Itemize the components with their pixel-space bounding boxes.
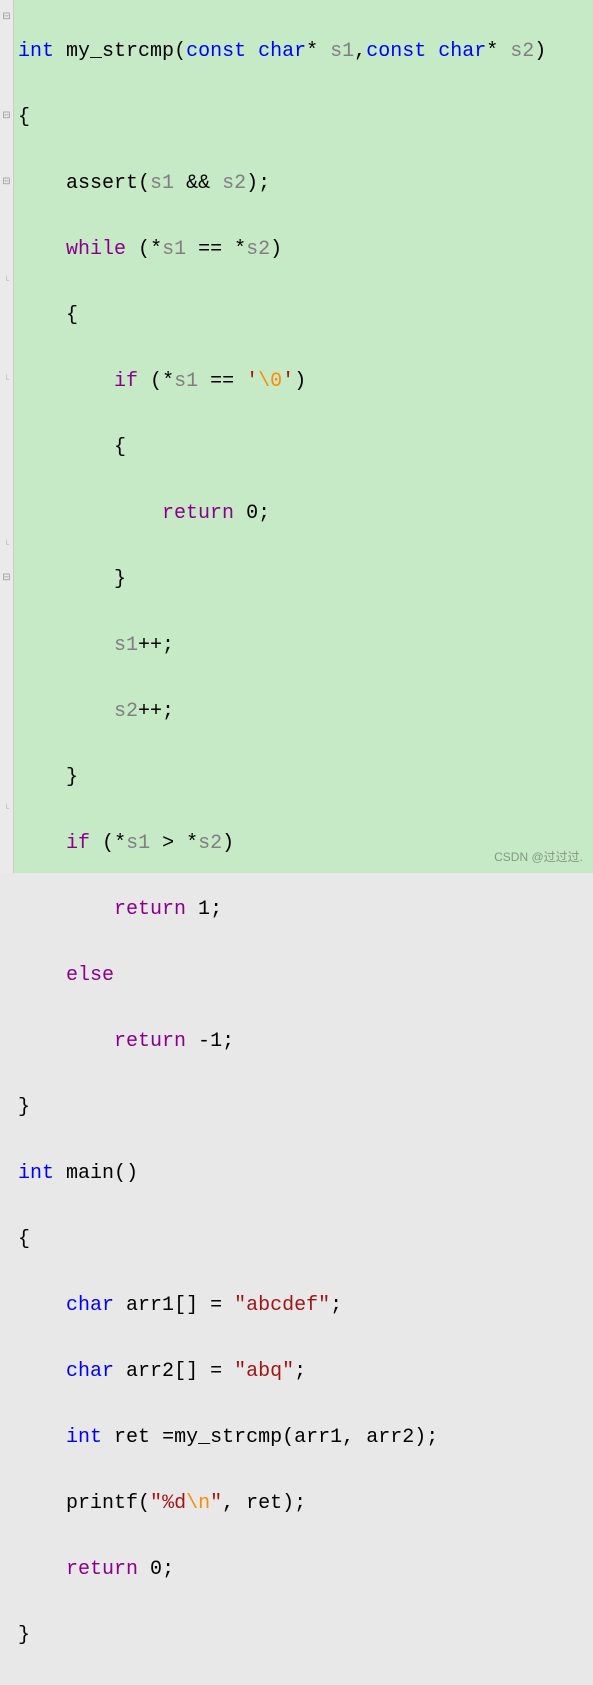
code-line: } <box>18 563 593 596</box>
code-area[interactable]: int my_strcmp(const char* s1,const char*… <box>14 0 593 873</box>
code-line: printf("%d\n", ret); <box>18 1487 593 1520</box>
code-line: { <box>18 299 593 332</box>
code-line: } <box>18 761 593 794</box>
code-line: else <box>18 959 593 992</box>
fold-icon[interactable] <box>0 0 13 33</box>
code-line: return 0; <box>18 497 593 530</box>
code-line: int my_strcmp(const char* s1,const char*… <box>18 35 593 68</box>
fold-icon[interactable] <box>0 165 13 198</box>
code-line: char arr2[] = "abq"; <box>18 1355 593 1388</box>
code-line: while (*s1 == *s2) <box>18 233 593 266</box>
code-line: } <box>18 1619 593 1652</box>
code-line: return 1; <box>18 893 593 926</box>
code-editor: int my_strcmp(const char* s1,const char*… <box>0 0 593 873</box>
code-line: { <box>18 101 593 134</box>
code-line: char arr1[] = "abcdef"; <box>18 1289 593 1322</box>
code-line: { <box>18 1223 593 1256</box>
code-line: return -1; <box>18 1025 593 1058</box>
fold-icon[interactable] <box>0 99 13 132</box>
code-line: int main() <box>18 1157 593 1190</box>
fold-icon[interactable] <box>0 561 13 594</box>
code-line: int ret =my_strcmp(arr1, arr2); <box>18 1421 593 1454</box>
watermark: CSDN @过过过. <box>494 848 583 865</box>
code-line: assert(s1 && s2); <box>18 167 593 200</box>
code-line: s1++; <box>18 629 593 662</box>
code-line: return 0; <box>18 1553 593 1586</box>
code-line: } <box>18 1091 593 1124</box>
code-line: s2++; <box>18 695 593 728</box>
fold-gutter <box>0 0 14 873</box>
code-line: if (*s1 == '\0') <box>18 365 593 398</box>
code-line: { <box>18 431 593 464</box>
